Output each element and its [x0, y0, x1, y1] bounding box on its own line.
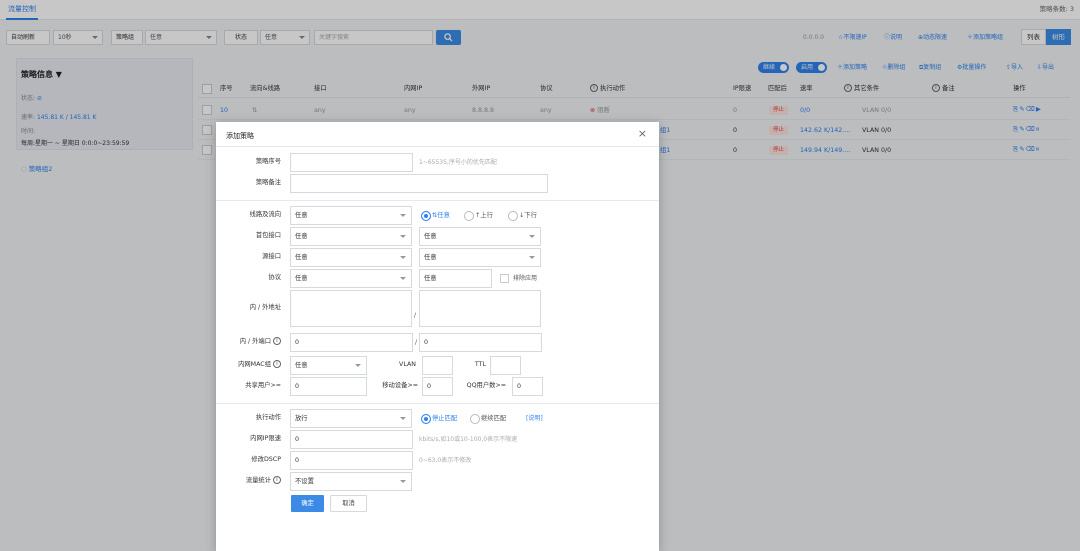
dscp-input[interactable]: 0 — [290, 451, 413, 470]
chevron-down-icon — [400, 417, 406, 420]
stat-select[interactable]: 不设置 — [290, 472, 412, 491]
src-iface-select-b[interactable]: 任意 — [419, 248, 541, 267]
mac-label: 内网MAC组 i — [226, 355, 281, 375]
divider — [216, 146, 659, 147]
dir-down-radio[interactable]: ↓下行 — [508, 206, 537, 225]
first-iface-select-a[interactable]: 任意 — [290, 227, 412, 246]
mac-label-text: 内网MAC组 — [238, 361, 271, 368]
qq-label: QQ用户数>= — [466, 382, 506, 389]
stat-select-value: 不设置 — [295, 478, 314, 485]
mac-select-value: 任意 — [295, 362, 308, 369]
seq-hint: 1~65535,序号小的优先匹配 — [419, 159, 497, 166]
iplimit-input[interactable]: 0 — [290, 430, 413, 449]
mobile-label: 移动设备>= — [382, 382, 418, 389]
inner-addr-textarea[interactable] — [290, 290, 412, 327]
port-label-text: 内 / 外端口 — [239, 338, 271, 345]
info-icon[interactable]: i — [273, 360, 281, 368]
proto-label: 协议 — [268, 274, 281, 281]
info-icon[interactable]: i — [273, 476, 281, 484]
outer-addr-textarea[interactable] — [419, 290, 541, 327]
close-icon[interactable]: × — [638, 128, 647, 139]
chevron-down-icon — [400, 214, 406, 217]
seq-label: 策略序号 — [255, 158, 281, 165]
exclude-app-label: 排除应用 — [513, 275, 538, 282]
divider — [216, 200, 659, 201]
divider — [216, 403, 659, 404]
vlan-input[interactable] — [422, 356, 453, 375]
share-input[interactable]: 0 — [290, 377, 367, 396]
first-iface-value-b: 任意 — [424, 233, 437, 240]
port-label: 内 / 外端口 i — [226, 332, 281, 352]
ttl-input[interactable] — [490, 356, 521, 375]
src-iface-value-a: 任意 — [295, 254, 308, 261]
share-label: 共享用户>= — [245, 382, 281, 389]
dir-any-radio[interactable]: ⇅任意 — [421, 206, 450, 225]
note-label: 策略备注 — [255, 179, 281, 186]
seq-input[interactable] — [290, 153, 413, 172]
mac-select[interactable]: 任意 — [290, 356, 367, 375]
explain-link[interactable]: [说明] — [526, 409, 543, 428]
vlan-label: VLAN — [399, 361, 416, 368]
exec-label: 执行动作 — [255, 414, 281, 421]
line-label: 线路及流向 — [249, 211, 281, 218]
chevron-down-icon — [529, 235, 535, 238]
qq-input[interactable]: 0 — [512, 377, 543, 396]
addr-separator: / — [414, 312, 417, 319]
proto-select-value: 任意 — [295, 275, 308, 282]
info-icon[interactable]: i — [273, 337, 281, 345]
first-iface-value-a: 任意 — [295, 233, 308, 240]
stat-label-text: 流量统计 — [245, 477, 271, 484]
addr-label: 内 / 外地址 — [249, 304, 281, 311]
chevron-down-icon — [400, 480, 406, 483]
dscp-hint: 0~63,0表示不修改 — [419, 457, 472, 464]
continue-match-radio[interactable]: 继续匹配 — [470, 409, 506, 428]
chevron-down-icon — [355, 364, 361, 367]
proto-select[interactable]: 任意 — [290, 269, 412, 288]
add-policy-dialog: 添加策略 × 策略序号 1~65535,序号小的优先匹配 策略备注 线路及流向 … — [216, 122, 659, 551]
chevron-down-icon — [529, 256, 535, 259]
mobile-input[interactable]: 0 — [422, 377, 453, 396]
first-iface-select-b[interactable]: 任意 — [419, 227, 541, 246]
first-iface-label: 首包接口 — [255, 232, 281, 239]
src-iface-value-b: 任意 — [424, 254, 437, 261]
stat-label: 流量统计 i — [226, 471, 281, 491]
port-separator: / — [415, 339, 418, 346]
inner-port-input[interactable]: 0 — [290, 333, 413, 352]
dialog-title: 添加策略 — [226, 132, 254, 140]
exec-select-value: 放行 — [295, 415, 308, 422]
note-input[interactable] — [290, 174, 548, 193]
stop-match-radio[interactable]: 停止匹配 — [421, 409, 457, 428]
iplimit-hint: kbits/s,如10或10-100,0表示不限速 — [419, 436, 518, 443]
chevron-down-icon — [400, 256, 406, 259]
exec-select[interactable]: 放行 — [290, 409, 412, 428]
line-select[interactable]: 任意 — [290, 206, 412, 225]
iplimit-label: 内网IP限速 — [250, 435, 281, 442]
confirm-button[interactable]: 确定 — [291, 495, 324, 512]
chevron-down-icon — [400, 235, 406, 238]
src-iface-label: 源接口 — [262, 253, 281, 260]
chevron-down-icon — [400, 277, 406, 280]
cancel-button[interactable]: 取消 — [330, 495, 367, 512]
line-select-value: 任意 — [295, 212, 308, 219]
ttl-label: TTL — [474, 361, 486, 368]
proto-input[interactable]: 任意 — [419, 269, 492, 288]
exclude-app-checkbox[interactable] — [500, 274, 509, 283]
dscp-label: 修改DSCP — [251, 456, 281, 463]
outer-port-input[interactable]: 0 — [419, 333, 542, 352]
src-iface-select-a[interactable]: 任意 — [290, 248, 412, 267]
dir-up-radio[interactable]: ↑上行 — [464, 206, 493, 225]
